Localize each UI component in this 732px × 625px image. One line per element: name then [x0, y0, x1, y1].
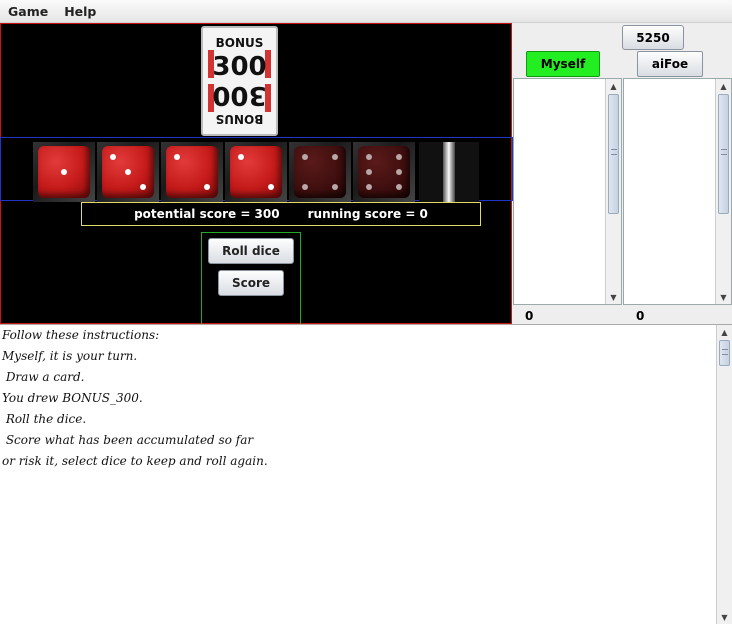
die-face	[294, 146, 346, 198]
die-1[interactable]	[33, 142, 95, 202]
player-aifoe-button[interactable]: aiFoe	[637, 51, 703, 77]
player-aifoe-list[interactable]: ▲ ▼	[623, 78, 732, 305]
card-top-word: BONUS	[216, 36, 264, 50]
action-panel: Roll dice Score	[201, 232, 301, 325]
log-line: Follow these instructions:	[2, 328, 160, 342]
die-pip	[302, 184, 308, 190]
menu-help[interactable]: Help	[56, 4, 104, 19]
scroll-thumb[interactable]	[608, 94, 619, 214]
game-board: BONUS 300 BONUS 300 potential score = 30…	[0, 23, 513, 325]
player-myself-list[interactable]: ▲ ▼	[513, 78, 622, 305]
menu-bar: Game Help	[0, 0, 732, 23]
die-pip	[332, 154, 338, 160]
die-pip	[366, 169, 372, 175]
log-line: or risk it, select dice to keep and roll…	[2, 454, 268, 468]
die-pip	[140, 184, 146, 190]
die-pip	[332, 184, 338, 190]
die-face	[102, 146, 154, 198]
scroll-up-icon[interactable]: ▲	[606, 79, 621, 93]
target-score-button[interactable]: 5250	[622, 25, 684, 50]
bonus-card-face: BONUS 300 BONUS 300	[208, 36, 271, 126]
die-pip	[174, 154, 180, 160]
die-pip	[204, 184, 210, 190]
instructions-log: Follow these instructions: Myself, it is …	[2, 327, 714, 474]
running-score: running score = 0	[307, 207, 428, 221]
scroll-down-icon[interactable]: ▼	[606, 290, 621, 304]
die-pip	[396, 184, 402, 190]
die-4[interactable]	[225, 142, 287, 202]
instructions-textarea[interactable]: Follow these instructions: Myself, it is …	[0, 324, 732, 625]
die-pip	[61, 169, 67, 175]
scroll-thumb[interactable]	[719, 340, 730, 366]
aifoe-scrollbar[interactable]: ▲ ▼	[715, 79, 731, 304]
die-pip	[302, 154, 308, 160]
die-pip	[268, 184, 274, 190]
log-line: Score what has been accumulated so far	[2, 433, 254, 447]
die-pip	[238, 154, 244, 160]
card-bottom-word: BONUS	[216, 112, 264, 126]
myself-scrollbar[interactable]: ▲ ▼	[605, 79, 621, 304]
dice-row	[0, 137, 513, 202]
scroll-up-icon[interactable]: ▲	[717, 325, 732, 339]
log-line: Draw a card.	[2, 370, 85, 384]
scroll-up-icon[interactable]: ▲	[716, 79, 731, 93]
drawn-card: BONUS 300 BONUS 300	[201, 26, 278, 136]
die-2[interactable]	[97, 142, 159, 202]
die-3[interactable]	[161, 142, 223, 202]
die-pip	[396, 154, 402, 160]
die-pip	[366, 154, 372, 160]
die-6[interactable]	[353, 142, 415, 202]
scroll-down-icon[interactable]: ▼	[717, 610, 732, 624]
menu-game[interactable]: Game	[0, 4, 56, 19]
die-pip	[125, 169, 131, 175]
die-face	[166, 146, 218, 198]
card-top-value: 300	[212, 52, 266, 82]
scroll-thumb[interactable]	[718, 94, 729, 214]
die-face	[358, 146, 410, 198]
log-line: You drew BONUS_300.	[2, 391, 143, 405]
die-face	[230, 146, 282, 198]
score-button[interactable]: Score	[218, 270, 284, 296]
dice-shaker	[419, 142, 479, 202]
log-line: Roll the dice.	[2, 412, 87, 426]
die-face	[38, 146, 90, 198]
roll-dice-button[interactable]: Roll dice	[208, 238, 294, 264]
log-line: Myself, it is your turn.	[2, 349, 138, 363]
myself-total: 0	[525, 309, 534, 323]
die-pip	[396, 169, 402, 175]
scroll-down-icon[interactable]: ▼	[716, 290, 731, 304]
die-pip	[366, 184, 372, 190]
log-scrollbar[interactable]: ▲ ▼	[716, 325, 732, 624]
card-bottom-value: 300	[212, 80, 266, 110]
player-myself-button[interactable]: Myself	[526, 51, 600, 77]
score-strip: potential score = 300 running score = 0	[81, 202, 481, 226]
potential-score: potential score = 300	[134, 207, 280, 221]
die-5[interactable]	[289, 142, 351, 202]
die-pip	[110, 154, 116, 160]
aifoe-total: 0	[636, 309, 645, 323]
